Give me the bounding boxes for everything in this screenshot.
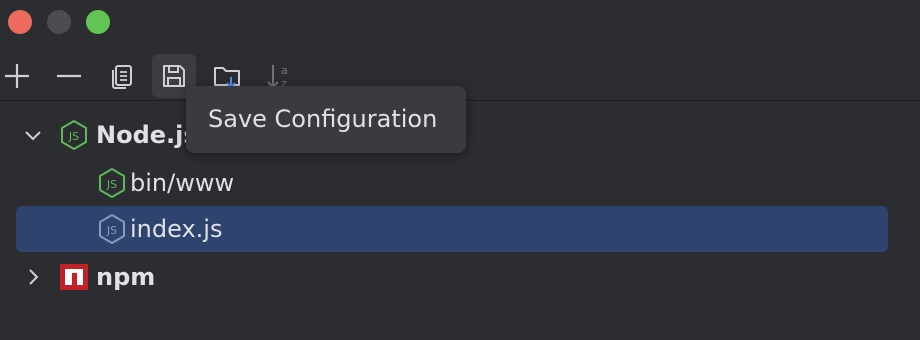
minimize-window-button[interactable] [47, 10, 71, 34]
chevron-down-icon[interactable] [22, 124, 44, 146]
tree-item-label: index.js [130, 215, 223, 243]
tree-item-label: bin/www [130, 169, 235, 197]
tree-group-npm[interactable]: npm [16, 254, 888, 300]
window-controls [8, 10, 110, 34]
tree-item-bin-www[interactable]: JS bin/www [16, 160, 888, 206]
maximize-window-button[interactable] [86, 10, 110, 34]
copy-button[interactable] [100, 54, 144, 98]
tooltip-text: Save Configuration [208, 105, 438, 133]
minus-icon [57, 74, 81, 78]
add-button[interactable] [0, 54, 39, 98]
nodejs-icon: JS [61, 120, 87, 150]
tooltip: Save Configuration [186, 86, 466, 153]
svg-text:JS: JS [106, 178, 117, 191]
tree-item-index-js[interactable]: JS index.js [16, 206, 888, 252]
tree-group-label: Node.js [96, 121, 198, 149]
plus-icon [5, 64, 29, 88]
npm-icon [60, 264, 88, 290]
chevron-right-icon[interactable] [22, 266, 44, 288]
svg-text:JS: JS [106, 224, 117, 237]
svg-text:a: a [281, 64, 288, 77]
remove-button[interactable] [47, 54, 91, 98]
run-configurations-window: a z JS Node.js JS bin/www JS index.js np… [0, 0, 920, 340]
save-icon [163, 65, 185, 87]
tree-group-label: npm [96, 263, 156, 291]
nodejs-icon: JS [99, 168, 125, 198]
svg-text:JS: JS [68, 130, 79, 143]
copy-icon [112, 65, 132, 89]
close-window-button[interactable] [8, 10, 32, 34]
nodejs-icon: JS [99, 214, 125, 244]
